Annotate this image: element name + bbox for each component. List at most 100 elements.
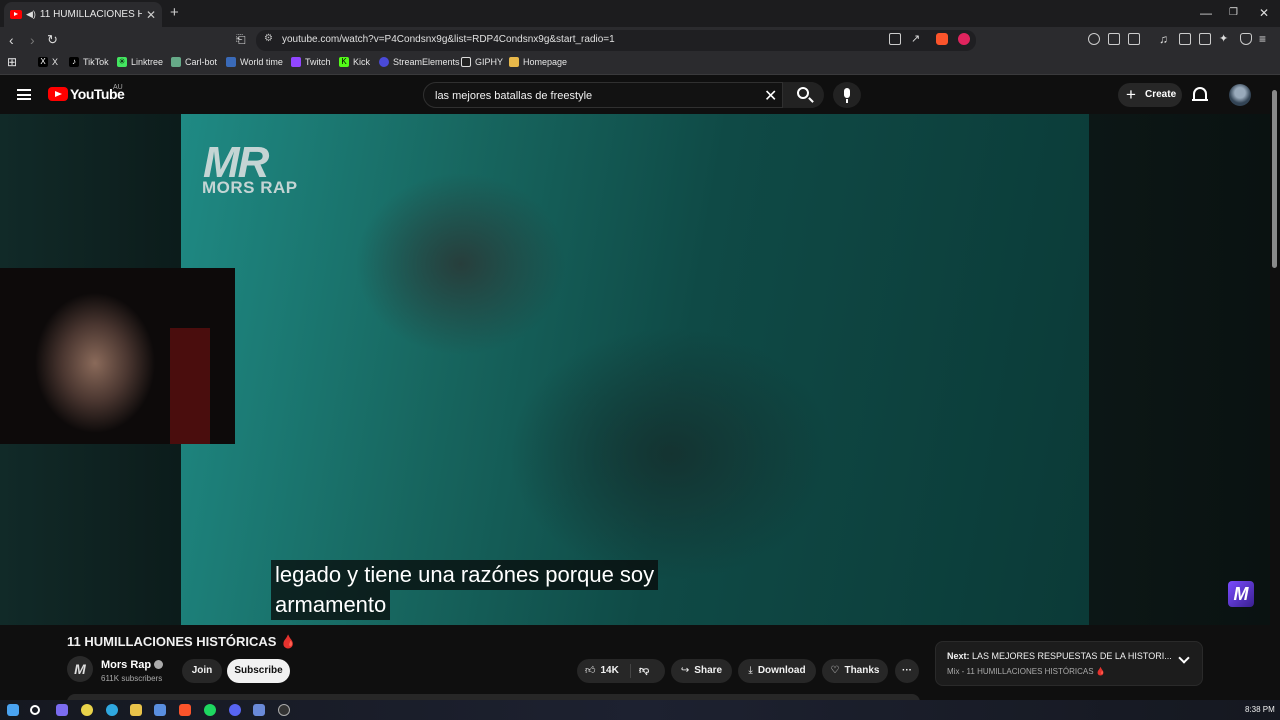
search-box[interactable]: las mejores batallas de freestyle ✕	[423, 82, 824, 108]
download-button[interactable]: ⤓ Download	[738, 659, 816, 683]
share-icon: ↪	[680, 665, 690, 676]
obs-icon[interactable]	[278, 704, 290, 716]
restore-icon[interactable]: ❐	[1229, 7, 1238, 18]
subscriber-count: 611K subscribers	[101, 674, 163, 683]
giphy-icon	[461, 57, 471, 67]
like-dislike-group: 👍︎ 14K 👎︎	[577, 659, 665, 683]
brave-shields-icon[interactable]	[936, 33, 948, 45]
region-code: AU	[113, 84, 123, 91]
homepage-icon	[509, 57, 519, 67]
search-input[interactable]: las mejores batallas de freestyle	[435, 90, 592, 102]
browser-tab-bar: ◀) 11 HUMILLACIONES HISTÓRI ✕ + — ❐ ✕	[0, 0, 1280, 27]
bookmark-giphy[interactable]: GIPHY	[461, 57, 503, 67]
dislike-button[interactable]: 👎︎	[639, 659, 649, 683]
chrome-icon[interactable]	[81, 704, 93, 716]
webcam-chair	[170, 328, 210, 444]
hamburger-menu-icon[interactable]	[17, 89, 31, 100]
screenshot-icon[interactable]	[1128, 33, 1140, 45]
bookmark-world-time[interactable]: World time	[226, 57, 283, 67]
brave-taskbar-icon[interactable]	[179, 704, 191, 716]
voice-search-icon[interactable]	[833, 82, 861, 108]
video-frame[interactable]	[181, 114, 1089, 625]
taskbar-search-icon[interactable]	[30, 705, 40, 715]
thumbs-down-icon: 👎︎	[639, 665, 650, 676]
extensions-icon[interactable]	[1108, 33, 1120, 45]
channel-name[interactable]: Mors Rap	[101, 659, 164, 671]
wallet-icon[interactable]	[1199, 33, 1211, 45]
sidebar-icon[interactable]	[1179, 33, 1191, 45]
carl-bot-icon	[171, 57, 181, 67]
tiktok-icon: ♪	[69, 57, 79, 67]
more-actions-button[interactable]: ···	[895, 659, 919, 683]
menu-icon[interactable]: ≡	[1259, 32, 1266, 46]
search-button[interactable]	[782, 82, 824, 108]
notifications-bell-icon[interactable]	[1192, 87, 1208, 101]
clear-search-icon[interactable]: ✕	[764, 86, 777, 106]
brave-rewards-icon[interactable]	[958, 33, 970, 45]
caption-line-2: armamento	[271, 590, 391, 620]
reload-icon[interactable]: ↻	[47, 32, 58, 48]
youtube-logo-icon[interactable]	[48, 87, 68, 101]
back-icon[interactable]: ‹	[9, 32, 14, 48]
app-icon[interactable]	[253, 704, 265, 716]
teams-icon[interactable]	[56, 704, 68, 716]
youtube-favicon-icon	[10, 10, 22, 19]
streamelements-icon	[379, 57, 389, 67]
youtube-header: YouTube AU las mejores batallas de frees…	[0, 76, 1280, 114]
file-explorer-icon[interactable]	[130, 704, 142, 716]
thanks-button[interactable]: ♡ Thanks	[822, 659, 888, 683]
video-title: 11 HUMILLACIONES HISTÓRICAS 🩸	[67, 634, 297, 649]
bookmarks-bar: ⊞ XX ♪ TikTok ✳ Linktree Carl-bot World ti…	[0, 53, 1280, 75]
account-avatar[interactable]	[1229, 84, 1251, 106]
forward-icon[interactable]: ›	[30, 32, 35, 48]
music-icon[interactable]: ♫	[1159, 32, 1168, 46]
vpn-icon[interactable]	[1240, 33, 1252, 45]
edge-icon[interactable]	[106, 704, 118, 716]
chevron-down-icon[interactable]	[1178, 652, 1190, 664]
speaker-icon[interactable]: ◀)	[26, 9, 36, 20]
address-bar[interactable]: ⚙ youtube.com/watch?v=P4Condsnx9g&list=R…	[256, 30, 976, 51]
bookmark-linktree[interactable]: ✳ Linktree	[117, 57, 163, 67]
next-title-line: Next: LAS MEJORES RESPUESTAS DE LA HISTO…	[947, 651, 1172, 661]
channel-branding-watermark[interactable]: M	[1228, 581, 1254, 607]
bookmark-icon[interactable]: ⎗	[236, 32, 246, 47]
kick-icon: K	[339, 57, 349, 67]
join-button[interactable]: Join	[182, 659, 222, 683]
windows-taskbar: 8:38 PM	[0, 700, 1280, 720]
video-side-area	[1089, 114, 1270, 625]
bookmark-x[interactable]: XX	[38, 57, 58, 67]
discord-icon[interactable]	[229, 704, 241, 716]
next-mix-line: Mix - 11 HUMILLACIONES HISTÓRICAS 🩸	[947, 667, 1106, 676]
store-icon[interactable]	[154, 704, 166, 716]
site-settings-icon[interactable]: ⚙	[264, 33, 273, 44]
like-button[interactable]: 👍︎ 14K	[585, 665, 619, 676]
extension-s-icon[interactable]	[1088, 33, 1100, 45]
bookmark-homepage[interactable]: Homepage	[509, 57, 567, 67]
subscribe-button[interactable]: Subscribe	[227, 659, 290, 683]
download-icon: ⤓	[748, 665, 753, 676]
cast-icon[interactable]	[889, 33, 901, 45]
close-tab-icon[interactable]: ✕	[146, 8, 156, 22]
bookmark-carl-bot[interactable]: Carl-bot	[171, 57, 217, 67]
bookmark-streamelements[interactable]: StreamElements	[379, 57, 460, 67]
browser-tab[interactable]: ◀) 11 HUMILLACIONES HISTÓRI ✕	[4, 2, 162, 27]
create-button[interactable]: + Create	[1118, 83, 1182, 107]
spotify-icon[interactable]	[204, 704, 216, 716]
share-page-icon[interactable]: ↗	[911, 32, 920, 45]
next-up-card[interactable]: Next: LAS MEJORES RESPUESTAS DE LA HISTO…	[935, 641, 1203, 686]
bookmark-kick[interactable]: K Kick	[339, 57, 370, 67]
minimize-icon[interactable]: —	[1200, 6, 1212, 20]
video-player[interactable]: MR MORS RAP legado y tiene una razónes p…	[0, 114, 1270, 625]
leo-ai-icon[interactable]: ✦	[1219, 32, 1228, 45]
taskbar-clock[interactable]: 8:38 PM	[1245, 705, 1275, 714]
new-tab-icon[interactable]: +	[170, 4, 179, 21]
channel-avatar[interactable]: M	[67, 656, 93, 682]
bookmark-tiktok[interactable]: ♪ TikTok	[69, 57, 109, 67]
apps-icon[interactable]: ⊞	[7, 55, 17, 69]
close-window-icon[interactable]: ✕	[1259, 6, 1269, 20]
share-button[interactable]: ↪ Share	[671, 659, 732, 683]
video-caption: legado y tiene una razónes porque soy ar…	[271, 560, 659, 620]
windows-start-icon[interactable]	[7, 704, 19, 716]
bookmark-twitch[interactable]: Twitch	[291, 57, 331, 67]
page-scrollbar[interactable]	[1272, 90, 1277, 268]
